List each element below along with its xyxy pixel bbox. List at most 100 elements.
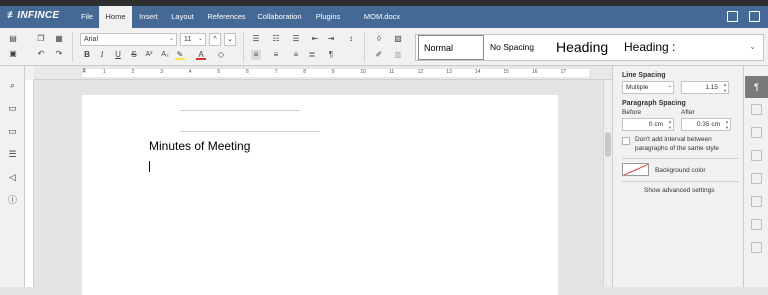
- tab-home[interactable]: Home: [99, 6, 132, 28]
- tab-layout[interactable]: Layout: [166, 6, 199, 28]
- spinner-arrows-icon[interactable]: ▲ ▼: [668, 119, 672, 130]
- ruler-tick-label: 6: [246, 69, 249, 75]
- ruler-tick-label: 5: [217, 69, 221, 75]
- align-left-icon[interactable]: ≡: [251, 50, 261, 60]
- spacing-before-input[interactable]: 0 cm ▲ ▼: [622, 118, 674, 131]
- numbering-icon[interactable]: ☷: [271, 34, 281, 44]
- horizontal-ruler[interactable]: ⧗ 1 2 3 4 5 6 7 8 9 10 11 12 13 14 15 16 17: [34, 66, 612, 80]
- tab-insert[interactable]: Insert: [133, 6, 164, 28]
- document-page[interactable]: Minutes of Meeting: [82, 95, 558, 295]
- no-interval-checkbox[interactable]: [622, 137, 630, 145]
- spacing-after-value: 0.35 cm: [696, 121, 720, 128]
- style-no-spacing[interactable]: No Spacing: [485, 35, 550, 60]
- fill-color-icon[interactable]: ▧: [393, 34, 403, 44]
- panel-divider: [622, 181, 739, 182]
- spacing-before-value: 0 cm: [648, 121, 663, 128]
- ruler-tick-label: 10: [360, 69, 366, 75]
- paragraph-settings-tab-icon[interactable]: ¶: [745, 76, 768, 98]
- bullets-icon[interactable]: ☰: [251, 34, 261, 44]
- background-color-swatch[interactable]: [622, 163, 649, 176]
- copy-icon[interactable]: ❐: [36, 34, 46, 44]
- style-normal[interactable]: Normal: [418, 35, 484, 60]
- header-footer-settings-tab-icon[interactable]: [751, 150, 762, 161]
- ruler-tick-label: 11: [389, 69, 395, 75]
- style-heading-1[interactable]: Heading: [551, 35, 618, 60]
- show-advanced-settings-link[interactable]: Show advanced settings: [644, 187, 714, 194]
- font-color-icon[interactable]: A: [196, 50, 206, 60]
- line-spacing-icon[interactable]: ↕: [346, 34, 356, 44]
- fullscreen-icon[interactable]: [749, 11, 760, 22]
- ruler-tick-label: 17: [560, 69, 567, 75]
- tab-collaboration[interactable]: Collaboration: [254, 6, 305, 28]
- ruler-tick-label: 4: [188, 69, 192, 75]
- superscript-icon[interactable]: A²: [144, 50, 154, 60]
- scrollbar-thumb[interactable]: [605, 132, 611, 157]
- chevron-down-icon[interactable]: ⌄: [198, 34, 203, 45]
- align-center-icon[interactable]: ≡: [271, 50, 281, 60]
- paragraph-marks-icon[interactable]: ¶: [326, 50, 336, 60]
- open-file-location-icon[interactable]: [727, 11, 738, 22]
- panel-divider: [622, 158, 739, 159]
- image-settings-tab-icon[interactable]: [751, 127, 762, 138]
- spinner-arrows-icon[interactable]: ▲ ▼: [725, 119, 729, 130]
- bold-icon[interactable]: B: [82, 50, 92, 60]
- multilevel-list-icon[interactable]: ☰: [291, 34, 301, 44]
- copy-style-icon[interactable]: ✐: [374, 50, 384, 60]
- ruler-tick-label: 8: [303, 69, 306, 75]
- chart-settings-tab-icon[interactable]: [751, 196, 762, 207]
- chevron-down-icon[interactable]: ⌄: [169, 34, 174, 45]
- italic-icon[interactable]: I: [97, 50, 107, 60]
- undo-icon[interactable]: ↶: [36, 49, 46, 59]
- line-spacing-mode-select[interactable]: Multiple ⌄: [622, 81, 674, 94]
- redo-icon[interactable]: ↷: [54, 49, 64, 59]
- app-logo: ≢INFINCE: [7, 10, 60, 21]
- toolbar-separator: [364, 32, 365, 62]
- comment-icon[interactable]: ▭: [7, 103, 18, 114]
- info-icon[interactable]: ⓘ: [7, 195, 18, 206]
- decrease-font-button[interactable]: ⌄: [224, 33, 236, 46]
- eraser-icon[interactable]: ◊: [374, 34, 384, 44]
- paste-icon[interactable]: ▦: [54, 34, 64, 44]
- insert-table-icon[interactable]: ▥: [393, 50, 403, 60]
- table-settings-tab-icon[interactable]: [751, 104, 762, 115]
- document-heading[interactable]: Minutes of Meeting: [149, 139, 250, 153]
- vertical-ruler[interactable]: [25, 80, 34, 287]
- underline-icon[interactable]: U: [113, 50, 123, 60]
- style-heading-2[interactable]: Heading :: [619, 35, 683, 60]
- vertical-scrollbar[interactable]: [603, 80, 612, 287]
- speaker-icon[interactable]: ◁: [7, 172, 18, 183]
- font-size-combo[interactable]: 11 ⌄: [180, 33, 206, 46]
- save-icon[interactable]: ▣: [8, 49, 18, 59]
- ruler-tick-label: 7: [274, 69, 278, 75]
- line-spacing-value-input[interactable]: 1.15 ▲ ▼: [681, 81, 729, 94]
- search-icon[interactable]: ⌕: [7, 80, 18, 91]
- spinner-arrows-icon[interactable]: ▲ ▼: [723, 82, 727, 93]
- subscript-icon[interactable]: A₂: [160, 50, 170, 60]
- signature-settings-tab-icon[interactable]: [751, 219, 762, 230]
- highlight-color-icon[interactable]: ✎: [175, 50, 185, 60]
- align-right-icon[interactable]: ≡: [291, 50, 301, 60]
- tab-file[interactable]: File: [75, 6, 99, 28]
- navigation-icon[interactable]: ☰: [7, 149, 18, 160]
- spacing-after-input[interactable]: 0.35 cm ▲ ▼: [681, 118, 731, 131]
- chevron-down-icon[interactable]: ⌄: [749, 42, 756, 51]
- clear-style-icon[interactable]: ◇: [216, 50, 226, 60]
- indent-marker-icon[interactable]: ⧗: [82, 68, 86, 75]
- increase-indent-icon[interactable]: ⇥: [326, 34, 336, 44]
- tab-plugins[interactable]: Plugins: [311, 6, 345, 28]
- increase-font-button[interactable]: ^: [209, 33, 221, 46]
- decrease-indent-icon[interactable]: ⇤: [310, 34, 320, 44]
- tab-references[interactable]: References: [203, 6, 250, 28]
- after-label: After: [681, 109, 695, 116]
- ruler-tick-label: 15: [503, 69, 509, 75]
- justify-icon[interactable]: ≣: [307, 50, 317, 60]
- print-icon[interactable]: ▤: [8, 34, 18, 44]
- form-settings-tab-icon[interactable]: [751, 242, 762, 253]
- shape-settings-tab-icon[interactable]: [751, 173, 762, 184]
- margin-guide: [180, 110, 300, 111]
- chat-icon[interactable]: ▭: [7, 126, 18, 137]
- font-name-combo[interactable]: Arial ⌄: [80, 33, 177, 46]
- strikethrough-icon[interactable]: S: [129, 50, 139, 60]
- ruler-tick-label: 12: [417, 69, 424, 75]
- chevron-down-icon[interactable]: ⌄: [667, 83, 672, 90]
